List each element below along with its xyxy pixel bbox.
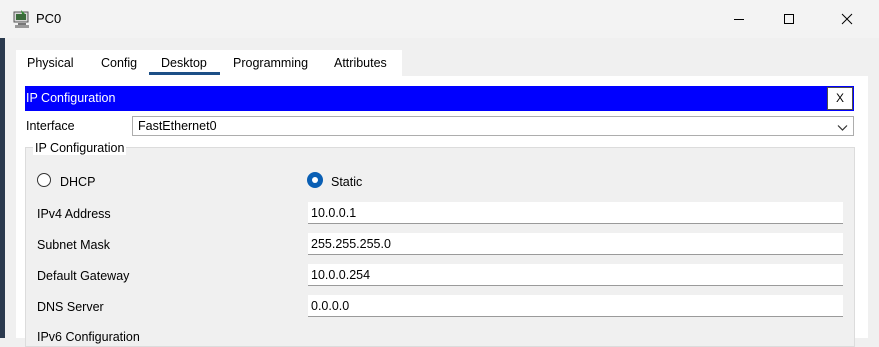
close-icon (841, 13, 853, 25)
dhcp-radio[interactable] (37, 173, 51, 187)
ipv4-address-field[interactable]: 10.0.0.1 (308, 202, 843, 224)
pc-app-icon (12, 9, 32, 29)
minimize-icon (734, 19, 744, 20)
close-window-button[interactable] (824, 0, 870, 38)
dns-server-label: DNS Server (37, 300, 104, 314)
dhcp-label: DHCP (60, 175, 96, 189)
dns-server-field[interactable]: 0.0.0.0 (308, 295, 843, 317)
ipv4-group-title: IP Configuration (33, 141, 127, 155)
subnet-mask-value: 255.255.255.0 (311, 237, 391, 251)
ipv4-address-value: 10.0.0.1 (311, 206, 357, 220)
maximize-button[interactable] (766, 0, 812, 38)
static-radio[interactable] (307, 172, 323, 188)
title-bar: PC0 (0, 0, 879, 38)
subnet-mask-field[interactable]: 255.255.255.0 (308, 233, 843, 255)
ip-config-header: IP Configuration (25, 86, 854, 111)
close-panel-button[interactable]: X (827, 87, 853, 110)
chevron-down-icon (837, 121, 848, 135)
default-gateway-value: 10.0.0.254 (311, 268, 371, 282)
default-gateway-field[interactable]: 10.0.0.254 (308, 264, 843, 286)
active-tab-indicator (149, 72, 220, 75)
interface-value: FastEthernet0 (138, 119, 217, 133)
minimize-button[interactable] (716, 0, 762, 38)
subnet-mask-label: Subnet Mask (37, 238, 110, 252)
ipv4-address-label: IPv4 Address (37, 207, 111, 221)
dns-server-value: 0.0.0.0 (311, 299, 350, 313)
default-gateway-label: Default Gateway (37, 269, 130, 283)
ipv6-group-title: IPv6 Configuration (37, 330, 140, 344)
interface-select[interactable]: FastEthernet0 (132, 116, 854, 136)
window-title: PC0 (36, 11, 62, 26)
tab-attributes[interactable]: Attributes (334, 50, 387, 76)
background-window-edge (0, 38, 5, 338)
tab-programming[interactable]: Programming (233, 50, 308, 76)
tab-config[interactable]: Config (101, 50, 137, 76)
tab-physical[interactable]: Physical (27, 50, 74, 76)
header-title: IP Configuration (26, 91, 116, 105)
interface-label: Interface (26, 119, 75, 133)
maximize-icon (784, 14, 794, 24)
static-label: Static (331, 175, 363, 189)
